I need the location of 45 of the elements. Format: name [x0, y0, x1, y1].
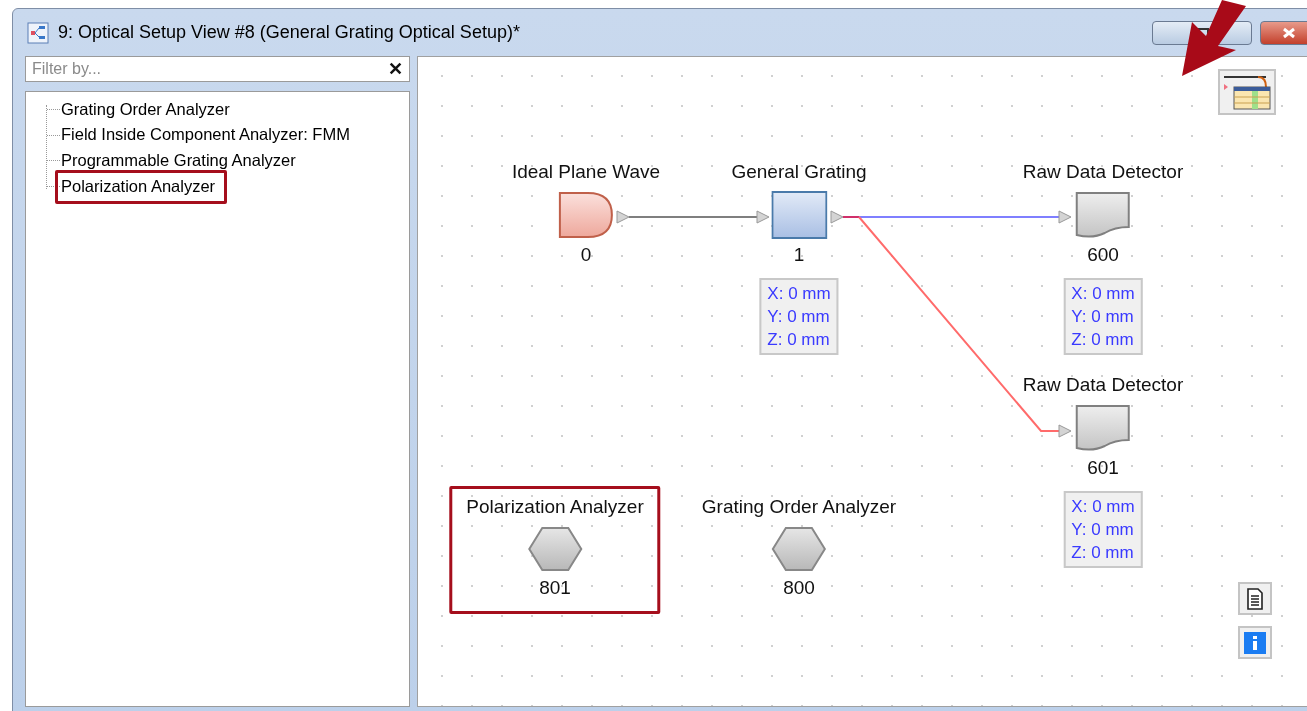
port-arrow-icon [830, 210, 844, 224]
coordinate-text: X: 0 mm [1071, 283, 1135, 305]
close-icon [1282, 26, 1296, 39]
filter-field[interactable]: Filter by... ✕ [25, 56, 410, 82]
coordinate-text: Z: 0 mm [1071, 542, 1135, 564]
analyzer-node[interactable] [527, 526, 583, 572]
port-arrow-icon [616, 210, 630, 224]
port-arrow-icon [756, 210, 770, 224]
document-button[interactable] [1238, 582, 1272, 615]
diagram-icon [27, 21, 49, 44]
table-icon [1222, 73, 1272, 111]
coordinate-text: Z: 0 mm [1071, 329, 1135, 351]
analyzer-node[interactable] [771, 526, 827, 572]
close-button[interactable] [1260, 20, 1307, 45]
node-label: Raw Data Detector [1022, 374, 1184, 396]
window-title: 9: Optical Setup View #8 (General Grating Optical Setup)* [58, 22, 520, 43]
port-arrow-icon [1058, 210, 1072, 224]
coordinate-text: X: 0 mm [767, 283, 831, 305]
node-number: 601 [1087, 457, 1119, 479]
info-button[interactable] [1238, 626, 1272, 659]
node-number: 0 [580, 244, 592, 266]
port-arrow-icon [1058, 424, 1072, 438]
coordinate-text: Y: 0 mm [767, 306, 831, 328]
detector-node[interactable] [1075, 191, 1131, 239]
node-label: General Grating [731, 161, 867, 183]
node-label: Polarization Analyzer [466, 496, 644, 518]
detector-node[interactable] [1075, 404, 1131, 452]
component-node[interactable] [771, 191, 827, 239]
node-label: Ideal Plane Wave [511, 161, 661, 183]
node-number: 1 [793, 244, 805, 266]
coordinate-text: Y: 0 mm [1071, 306, 1135, 328]
tree-item[interactable]: Polarization Analyzer [55, 169, 228, 204]
node-number: 801 [539, 577, 571, 599]
table-view-button[interactable] [1218, 69, 1276, 115]
node-number: 800 [783, 577, 815, 599]
node-number: 600 [1087, 244, 1119, 266]
node-label: Raw Data Detector [1022, 161, 1184, 183]
coordinate-text: Z: 0 mm [767, 329, 831, 351]
source-node[interactable] [558, 191, 614, 239]
coordinate-text: X: 0 mm [1071, 496, 1135, 518]
document-icon [1246, 587, 1264, 610]
coordinate-text: Y: 0 mm [1071, 519, 1135, 541]
node-label: Grating Order Analyzer [701, 496, 897, 518]
clear-button[interactable]: ✕ [388, 58, 403, 80]
info-icon [1244, 631, 1266, 654]
